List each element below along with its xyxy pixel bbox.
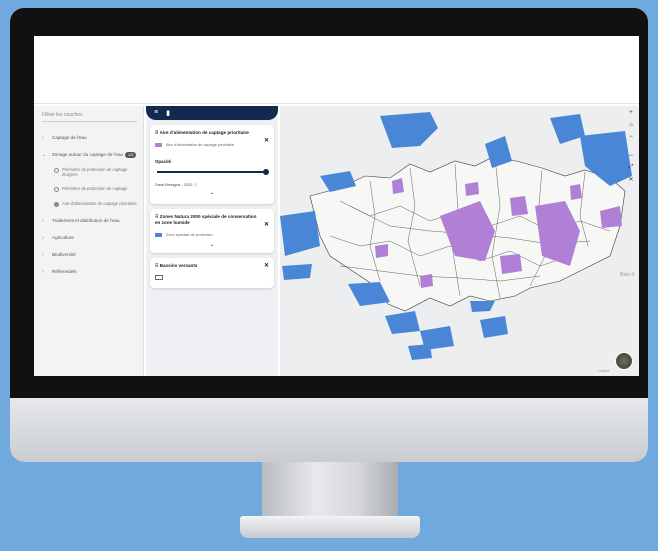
slider-handle[interactable]	[263, 168, 269, 175]
layer-card-aac: ✕ ⠿ Aire d'alimentation de captage prior…	[150, 125, 274, 204]
filter-item-label: Traitement et distribution de l'eau	[52, 218, 120, 224]
chevron-right-icon: ›	[42, 235, 44, 242]
legend-label: Aire d'alimentation de captage prioritai…	[166, 142, 234, 147]
close-icon[interactable]: ✕	[264, 221, 269, 228]
filter-item-zonage[interactable]: ⌄ Zonage autour du captage de l'eau 1/3	[34, 147, 143, 164]
expand-icon[interactable]: ⌄	[155, 241, 269, 248]
filter-panel: Filtrer les couches › Captage de l'eau ⌄…	[34, 106, 144, 376]
layer-card-bassins: ✕ ⠿ Bassins versants	[150, 257, 274, 288]
chevron-down-icon: ⌄	[42, 151, 47, 158]
chevron-right-icon: ›	[42, 251, 44, 258]
count-badge: 1/3	[125, 151, 137, 158]
layer-legend: Aire d'alimentation de captage prioritai…	[155, 142, 269, 147]
layer-title: ⠿ Zones Natura 2000 spéciale de conserva…	[155, 213, 257, 225]
collapse-icon[interactable]: ⌃	[155, 192, 269, 199]
filter-item-label: Captage de l'eau	[52, 135, 87, 140]
close-icon[interactable]: ✕	[264, 262, 269, 269]
radio-icon[interactable]	[54, 202, 59, 208]
filter-subitem-label: Périmètre de protection de captage éloig…	[62, 166, 128, 177]
layer-panel-header: ≡ ▮	[146, 106, 278, 120]
filter-item-referentiels[interactable]: › Référentiels	[34, 264, 143, 281]
filter-search-input[interactable]: Filtrer les couches	[42, 112, 137, 122]
zoom-in-button[interactable]: +	[626, 110, 636, 116]
opacity-label: Opacité	[155, 158, 172, 164]
screen: Filtrer les couches › Captage de l'eau ⌄…	[34, 36, 639, 376]
legend-label: Zone spéciale de protection	[166, 232, 213, 237]
layer-card-natura: ✕ ⠿ Zones Natura 2000 spéciale de conser…	[150, 208, 274, 253]
chevron-right-icon: ›	[42, 218, 44, 225]
filter-item-label: Zonage autour du captage de l'eau 1/3	[52, 151, 137, 158]
filter-item-label: Agriculture	[52, 235, 74, 241]
filter-item-label: Référentiels	[52, 268, 77, 274]
app-header	[34, 36, 639, 104]
layer-title: ⠿ Aire d'alimentation de captage priorit…	[155, 130, 249, 135]
filter-item-biodiversite[interactable]: › Biodiversité	[34, 247, 143, 264]
radio-icon[interactable]	[54, 187, 59, 193]
filter-subitem-ppe[interactable]: Périmètre de protection de captage éloig…	[34, 164, 143, 184]
layer-title: ⠿ Bassins versants	[155, 262, 198, 268]
legend-swatch	[155, 232, 162, 237]
monitor-stand	[262, 462, 398, 524]
close-icon[interactable]: ✕	[626, 176, 636, 183]
menu-icon[interactable]: ≡	[154, 109, 158, 117]
home-icon[interactable]: ⌂	[626, 122, 636, 128]
filter-item-label: Biodiversité	[52, 251, 76, 257]
legend-swatch	[155, 274, 163, 280]
filter-subitem-pp[interactable]: Périmètre de protection de captage	[34, 183, 143, 198]
filter-item-captage[interactable]: › Captage de l'eau	[34, 130, 143, 147]
map-attribution[interactable]: Leaflet	[598, 369, 609, 373]
legend-swatch	[155, 142, 162, 147]
monitor-base	[240, 516, 420, 538]
filter-subitem-aac[interactable]: Aire d'alimentation de captage prioritai…	[34, 198, 143, 213]
monitor-chin	[10, 398, 648, 462]
map-view[interactable]: Baie d + ⌂ − ↔ ⤢ ✕ Leaflet	[280, 106, 639, 376]
filter-subitem-label: Aire d'alimentation de captage prioritai…	[62, 201, 137, 207]
layer-panel: ≡ ▮ ✕ ⠿ Aire d'alimentation de captage p…	[146, 106, 278, 376]
map-canvas[interactable]: Baie d	[280, 106, 639, 376]
filter-item-traitement[interactable]: › Traitement et distribution de l'eau	[34, 213, 143, 230]
layer-source: Dreal Bretagne - 2022 ⓘ	[155, 182, 198, 187]
filter-subitem-label: Périmètre de protection de captage	[62, 186, 128, 192]
trash-icon[interactable]: ▮	[166, 109, 170, 117]
measure-icon[interactable]: ↔	[626, 152, 636, 158]
basemap-switcher-button[interactable]	[615, 352, 633, 370]
radio-icon[interactable]	[54, 167, 59, 173]
layer-legend: Zone spéciale de protection	[155, 232, 269, 237]
opacity-slider[interactable]	[157, 168, 269, 175]
zoom-out-button[interactable]: −	[626, 134, 636, 140]
chevron-right-icon: ›	[42, 268, 44, 275]
filter-item-agriculture[interactable]: › Agriculture	[34, 230, 143, 247]
close-icon[interactable]: ✕	[264, 137, 269, 144]
info-icon[interactable]: ⓘ	[193, 183, 197, 187]
chevron-right-icon: ›	[42, 135, 44, 141]
fullscreen-icon[interactable]: ⤢	[626, 164, 636, 171]
map-label: Baie d	[620, 272, 634, 278]
